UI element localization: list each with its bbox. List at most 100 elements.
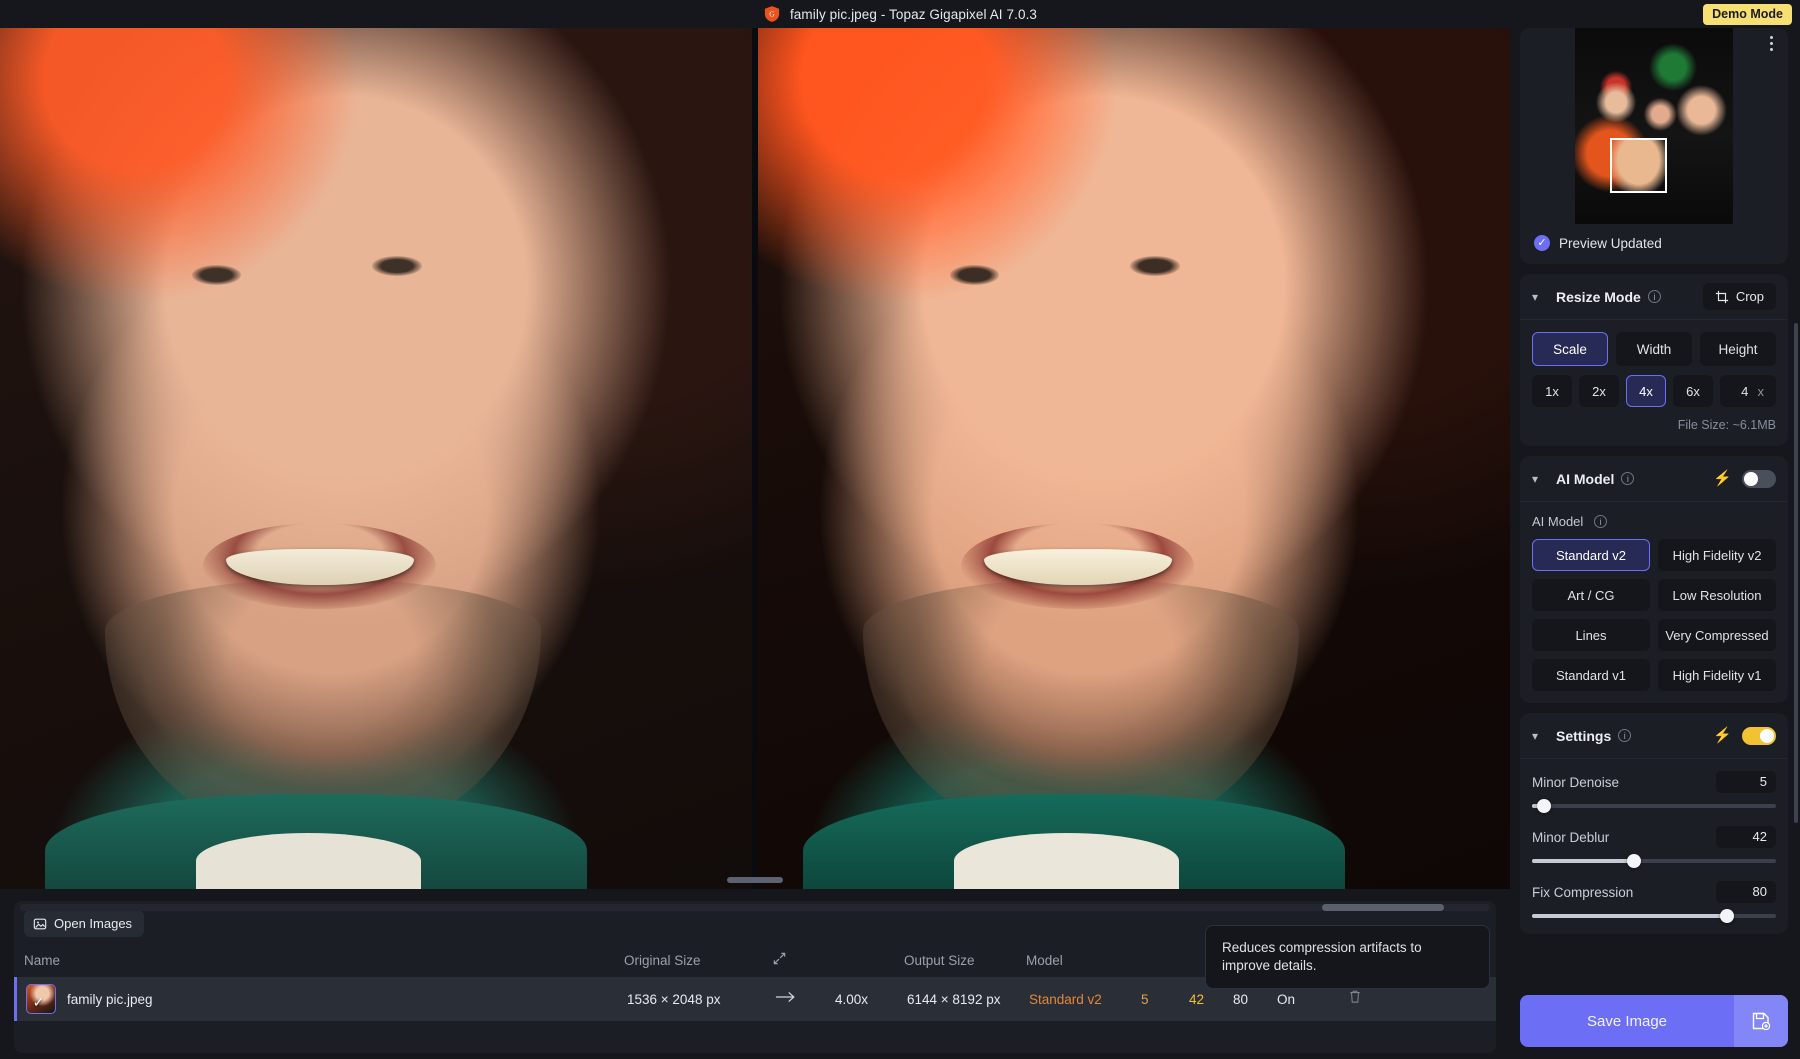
settings-header[interactable]: ▾ Settings i ⚡: [1520, 713, 1788, 759]
title-bar: G family pic.jpeg - Topaz Gigapixel AI 7…: [0, 0, 1800, 28]
info-icon[interactable]: i: [1621, 472, 1634, 485]
ai-model-body: AI Model i Standard v2 High Fidelity v2 …: [1520, 502, 1788, 703]
expand-arrow-icon[interactable]: [772, 951, 832, 969]
model-standard-v1[interactable]: Standard v1: [1532, 659, 1650, 691]
decor: [372, 256, 422, 276]
row-delete-button[interactable]: [1335, 989, 1375, 1009]
info-icon[interactable]: i: [1618, 729, 1631, 742]
preview-thumbnail[interactable]: [1575, 28, 1733, 224]
slider-value-input[interactable]: 42: [1716, 826, 1776, 848]
ai-model-header-actions: ⚡: [1713, 470, 1776, 488]
model-very-compressed[interactable]: Very Compressed: [1658, 619, 1776, 651]
original-image-pane[interactable]: [0, 28, 752, 889]
window-title: family pic.jpeg - Topaz Gigapixel AI 7.0…: [790, 7, 1037, 22]
slider-value-input[interactable]: 5: [1716, 771, 1776, 793]
slider-fill: [1532, 914, 1727, 918]
slider-label: Minor Denoise: [1532, 775, 1619, 790]
gigapixel-app-window: G family pic.jpeg - Topaz Gigapixel AI 7…: [0, 0, 1800, 1059]
image-icon: [33, 917, 47, 931]
window-title-group: G family pic.jpeg - Topaz Gigapixel AI 7…: [763, 5, 1037, 23]
open-images-label: Open Images: [54, 916, 132, 931]
settings-header-actions: ⚡: [1713, 727, 1776, 745]
save-disk-icon: [1751, 1011, 1771, 1031]
open-images-button[interactable]: Open Images: [24, 910, 144, 937]
row-scale: 4.00x: [835, 992, 907, 1007]
model-low-resolution[interactable]: Low Resolution: [1658, 579, 1776, 611]
horizontal-scrollbar-track[interactable]: [20, 904, 1490, 911]
scale-custom-input[interactable]: 4 x: [1720, 375, 1776, 407]
slider-track[interactable]: [1532, 914, 1776, 918]
row-denoise[interactable]: 5: [1141, 992, 1189, 1007]
crop-icon: [1715, 290, 1729, 304]
slider-value-input[interactable]: 80: [1716, 881, 1776, 903]
info-icon[interactable]: i: [1648, 290, 1661, 303]
settings-toggle[interactable]: [1742, 727, 1776, 745]
resize-mode-segments: Scale Width Height: [1532, 332, 1776, 366]
scale-preset-1x[interactable]: 1x: [1532, 375, 1572, 407]
column-header-model[interactable]: Model: [1026, 953, 1138, 968]
row-name-cell[interactable]: ✓ family pic.jpeg: [27, 985, 627, 1013]
resize-mode-width[interactable]: Width: [1616, 332, 1692, 366]
chevron-down-icon[interactable]: ▾: [1532, 472, 1548, 486]
slider-knob[interactable]: [1720, 909, 1734, 923]
crop-button[interactable]: Crop: [1703, 283, 1776, 310]
slider-knob[interactable]: [1627, 854, 1641, 868]
scale-preset-2x[interactable]: 2x: [1579, 375, 1619, 407]
slider-track[interactable]: [1532, 859, 1776, 863]
column-header-name[interactable]: Name: [24, 953, 624, 968]
file-size-label: File Size: ~6.1MB: [1532, 418, 1776, 434]
ai-model-toggle[interactable]: [1742, 470, 1776, 488]
column-header-output-size[interactable]: Output Size: [904, 953, 1026, 968]
lightning-bolt-icon[interactable]: ⚡: [1713, 728, 1732, 743]
kebab-menu-icon[interactable]: [1763, 36, 1779, 51]
upscaled-image: [758, 28, 1510, 889]
info-icon[interactable]: i: [1594, 515, 1607, 528]
slider-header: Minor Denoise 5: [1532, 771, 1776, 793]
resize-mode-scale[interactable]: Scale: [1532, 332, 1608, 366]
model-art-cg[interactable]: Art / CG: [1532, 579, 1650, 611]
chevron-down-icon[interactable]: ▾: [1532, 729, 1548, 743]
right-sidebar: ✓ Preview Updated ▾ Resize Mode i Crop: [1510, 28, 1800, 1059]
row-deblur[interactable]: 42: [1189, 992, 1233, 1007]
settings-title: Settings: [1556, 728, 1611, 744]
scale-custom-unit: x: [1758, 384, 1765, 399]
face-selection-box[interactable]: [1610, 138, 1667, 193]
slider-track[interactable]: [1532, 804, 1776, 808]
ai-model-grid: Standard v2 High Fidelity v2 Art / CG Lo…: [1532, 539, 1776, 691]
sidebar-scrollbar[interactable]: [1794, 323, 1798, 823]
view-resize-handle[interactable]: [727, 877, 783, 883]
slider-minor-denoise: Minor Denoise 5: [1532, 771, 1776, 808]
demo-mode-badge[interactable]: Demo Mode: [1703, 4, 1792, 25]
save-options-button[interactable]: [1734, 995, 1788, 1047]
model-high-fidelity-v1[interactable]: High Fidelity v1: [1658, 659, 1776, 691]
save-image-button[interactable]: Save Image: [1520, 995, 1788, 1047]
scale-presets: 1x 2x 4x 6x 4 x: [1532, 375, 1776, 407]
resize-mode-body: Scale Width Height 1x 2x 4x 6x 4 x File …: [1520, 320, 1788, 446]
scale-preset-6x[interactable]: 6x: [1673, 375, 1713, 407]
scale-custom-value: 4: [1732, 384, 1758, 399]
scale-preset-4x[interactable]: 4x: [1626, 375, 1666, 407]
model-lines[interactable]: Lines: [1532, 619, 1650, 651]
slider-header: Minor Deblur 42: [1532, 826, 1776, 848]
model-standard-v2[interactable]: Standard v2: [1532, 539, 1650, 571]
ai-model-header[interactable]: ▾ AI Model i ⚡: [1520, 456, 1788, 502]
preview-status-label: Preview Updated: [1559, 236, 1662, 251]
slider-knob[interactable]: [1537, 799, 1551, 813]
lightning-bolt-icon[interactable]: ⚡: [1713, 471, 1732, 486]
row-thumbnail[interactable]: ✓: [27, 985, 55, 1013]
horizontal-scrollbar-thumb[interactable]: [1322, 904, 1444, 911]
model-high-fidelity-v2[interactable]: High Fidelity v2: [1658, 539, 1776, 571]
row-model[interactable]: Standard v2: [1029, 992, 1141, 1007]
resize-mode-height[interactable]: Height: [1700, 332, 1776, 366]
chevron-down-icon[interactable]: ▾: [1532, 290, 1548, 304]
slider-fill: [1532, 859, 1634, 863]
column-header-original-size[interactable]: Original Size: [624, 953, 772, 968]
resize-mode-header[interactable]: ▾ Resize Mode i Crop: [1520, 274, 1788, 320]
ai-model-sub-label: AI Model i: [1532, 514, 1776, 529]
row-compression[interactable]: 80: [1233, 992, 1277, 1007]
upscaled-image-pane[interactable]: [758, 28, 1510, 889]
image-viewer[interactable]: [0, 28, 1510, 889]
resize-mode-card: ▾ Resize Mode i Crop Scale Width: [1520, 274, 1788, 446]
row-state[interactable]: On: [1277, 992, 1335, 1007]
ai-model-card: ▾ AI Model i ⚡ AI Model i Standard v2 Hi…: [1520, 456, 1788, 703]
